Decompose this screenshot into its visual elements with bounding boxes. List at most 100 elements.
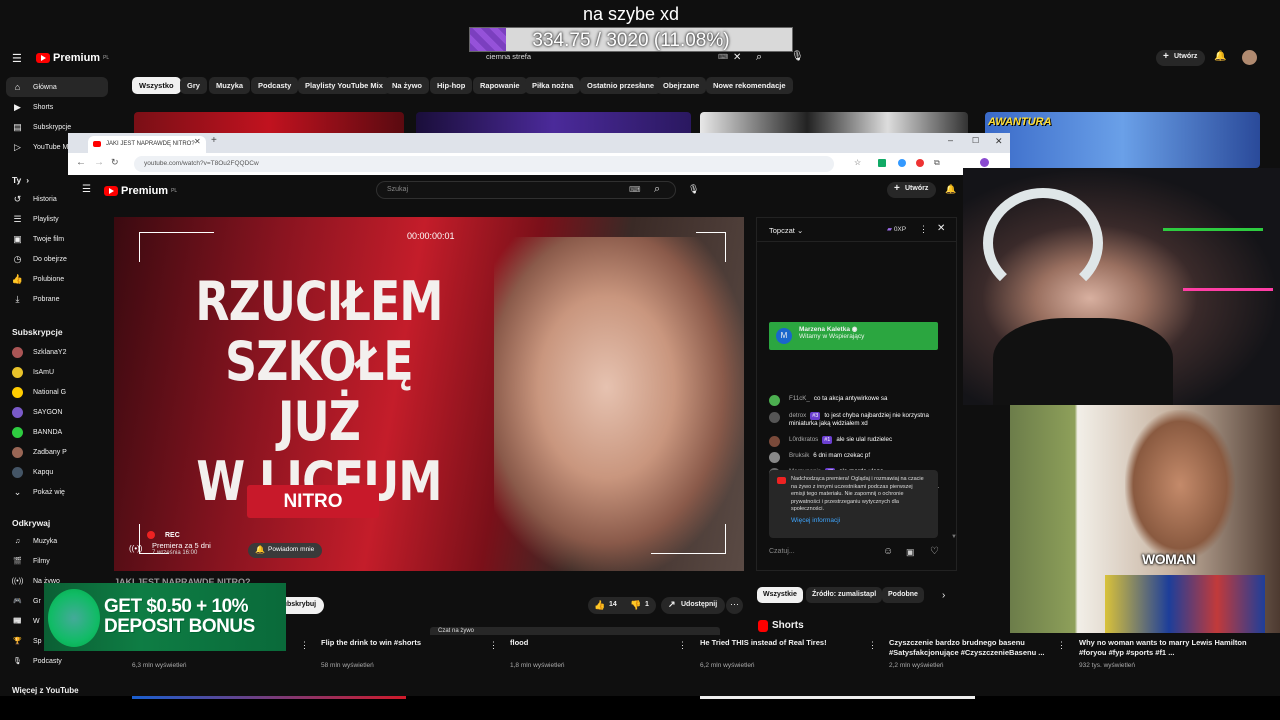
scroll-down-icon[interactable]: ▼ [951, 534, 957, 540]
chat-message: Bruksik 6 dni mam czekac pf [769, 452, 944, 463]
chip-8[interactable]: Piłka nożna [525, 77, 581, 94]
bottom-strip [0, 696, 1280, 720]
sidebar-item-label: Do obejrze [33, 255, 67, 263]
premiere-notice: Nadchodząca premiera! Oglądaj i rozmawia… [769, 470, 938, 538]
sidebar-item-explore-6[interactable]: 🎙 Podcasty [6, 651, 108, 671]
like-icon[interactable]: 👍 [594, 600, 605, 611]
more-vert-icon[interactable]: ⋮ [868, 640, 877, 651]
back-icon[interactable]: ← [76, 157, 86, 168]
related-chip-0[interactable]: Wszystkie [757, 587, 803, 603]
chat-author[interactable]: L0rdkratos [789, 436, 818, 443]
dislike-icon[interactable]: 👎 [630, 600, 641, 611]
chat-input[interactable]: Czatuj... [769, 548, 879, 555]
you-section-heading[interactable]: Ty › [12, 175, 29, 185]
rec-dot-icon [147, 531, 155, 539]
verified-icon: ◉ [851, 326, 858, 333]
chip-3[interactable]: Podcasty [251, 77, 299, 94]
url-field[interactable]: youtube.com/watch?v=T8Ou2FQQDCw [134, 156, 834, 172]
extensions-puzzle-icon[interactable]: ⧉ [934, 158, 940, 168]
xp-badge[interactable]: ▰ 0XP [887, 225, 906, 233]
account-avatar[interactable] [1242, 50, 1257, 65]
outer-search-input[interactable]: ciemna strefa [486, 52, 531, 61]
short-title[interactable]: Czyszczenie bardzo brudnego basenu #Saty… [889, 638, 1057, 658]
more-vert-icon[interactable]: ⋮ [678, 640, 687, 651]
sidebar-item-label: Polubione [33, 275, 65, 283]
short-views: 1,8 mln wyświetleń [510, 662, 565, 669]
extension-icon[interactable] [878, 159, 886, 167]
promo-ad-overlay[interactable]: GET $0.50 + 10% DEPOSIT BONUS [44, 583, 286, 651]
bell-icon[interactable]: 🔔 [945, 184, 956, 195]
more-vert-icon[interactable]: ⋮ [489, 640, 498, 651]
video-player[interactable]: RZUCIŁEM SZKOŁĘ JUŻ W LICEUM NITRO 00:00… [114, 217, 744, 571]
sidebar-item-label: SzklanaY2 [33, 348, 67, 356]
bookmark-star-icon[interactable]: ☆ [854, 158, 861, 167]
related-chip-1[interactable]: Źródło: zumalistapl [806, 587, 883, 603]
maximize-icon[interactable]: ☐ [972, 136, 979, 145]
music-icon: ♫ [14, 537, 21, 545]
chip-6[interactable]: Hip-hop [430, 77, 473, 94]
close-window-icon[interactable]: ✕ [995, 136, 1003, 147]
youtube-logo[interactable]: Premium PL [36, 52, 109, 64]
extension-icon[interactable] [916, 159, 924, 167]
chip-1[interactable]: Gry [180, 77, 207, 94]
chat-author[interactable]: detrox [789, 412, 806, 419]
search-icon[interactable]: ⌕ [756, 51, 762, 64]
browser-tab[interactable]: JAKI JEST NAPRAWDĘ NITRO? [88, 136, 206, 153]
short-title[interactable]: Flip the drink to win #shorts [321, 638, 489, 658]
channel-avatar [12, 426, 23, 438]
heart-icon[interactable]: ♡ [930, 546, 939, 557]
chip-4[interactable]: Playlisty YouTube Mix [298, 77, 390, 94]
more-info-link[interactable]: Więcej informacji [791, 517, 928, 525]
menu-icon[interactable]: ☰ [12, 52, 22, 65]
chevron-right-icon[interactable]: › [942, 590, 945, 601]
create-button[interactable]: + Utwórz [887, 182, 937, 198]
more-actions-icon[interactable]: ⋯ [726, 597, 743, 614]
close-chat-icon[interactable]: ✕ [937, 223, 945, 234]
chip-2[interactable]: Muzyka [209, 77, 251, 94]
bell-icon[interactable]: 🔔 [1214, 51, 1226, 62]
extension-icon[interactable] [898, 159, 906, 167]
microphone-icon[interactable]: 🎙 [791, 51, 804, 62]
menu-icon[interactable]: ☰ [82, 184, 91, 195]
forward-icon[interactable]: → [94, 157, 104, 168]
chip-11[interactable]: Nowe rekomendacje [706, 77, 793, 94]
short-title[interactable]: Why no woman wants to marry Lewis Hamilt… [1079, 638, 1247, 658]
gift-icon[interactable]: ▣ [906, 547, 915, 558]
chat-author[interactable]: F11cK_ [789, 395, 810, 402]
more-vert-icon[interactable]: ⋮ [1057, 640, 1066, 651]
clear-search-icon[interactable]: ✕ [733, 52, 741, 63]
short-title[interactable]: flood [510, 638, 678, 658]
short-title[interactable]: He Tried THIS instead of Real Tires! [700, 638, 868, 658]
video-thumbnail[interactable]: AWANTURA [985, 112, 1260, 168]
subscriptions-section-heading[interactable]: Subskrypcje› [12, 327, 70, 337]
sidebar-item-label: Subskrypcje [33, 123, 72, 131]
keyboard-icon[interactable]: ⌨ [718, 53, 728, 61]
chip-7[interactable]: Rapowanie [473, 77, 527, 94]
chat-mode-dropdown[interactable]: Topczat ⌄ [769, 226, 803, 235]
chip-5[interactable]: Na żywo [385, 77, 430, 94]
chat-author[interactable]: Bruksik [789, 452, 809, 459]
close-tab-icon[interactable]: ✕ [194, 137, 201, 146]
sidebar-item-main-1[interactable]: ▶ Shorts [6, 97, 108, 117]
emoji-icon[interactable]: ☺ [883, 546, 893, 557]
chip-0[interactable]: Wszystko [132, 77, 181, 94]
related-chip-2[interactable]: Podobne [882, 587, 924, 603]
search-input[interactable]: Szukaj ⌨ ⌕ [376, 181, 676, 199]
share-button[interactable]: ↗ Udostępnij [661, 597, 726, 614]
more-vert-icon[interactable]: ⋮ [919, 224, 928, 235]
new-tab-icon[interactable]: + [211, 135, 217, 146]
chip-10[interactable]: Obejrzane [656, 77, 707, 94]
microphone-icon[interactable]: 🎙 [688, 184, 699, 195]
search-icon[interactable]: ⌕ [654, 183, 660, 196]
live-chat-replay-bar[interactable]: Czat na żywo [430, 627, 720, 635]
sidebar-item-main-0[interactable]: ⌂ Główna [6, 77, 108, 97]
keyboard-icon[interactable]: ⌨ [629, 185, 641, 194]
profile-icon[interactable] [980, 158, 989, 167]
notify-me-button[interactable]: 🔔 Powiadom mnie [248, 543, 323, 558]
reload-icon[interactable]: ↻ [111, 157, 119, 168]
more-vert-icon[interactable]: ⋮ [300, 640, 309, 651]
minimize-icon[interactable]: – [948, 135, 953, 145]
youtube-logo[interactable]: Premium PL [104, 185, 177, 197]
chip-9[interactable]: Ostatnio przesłane [580, 77, 662, 94]
outer-create-button[interactable]: + Utwórz [1156, 50, 1206, 66]
